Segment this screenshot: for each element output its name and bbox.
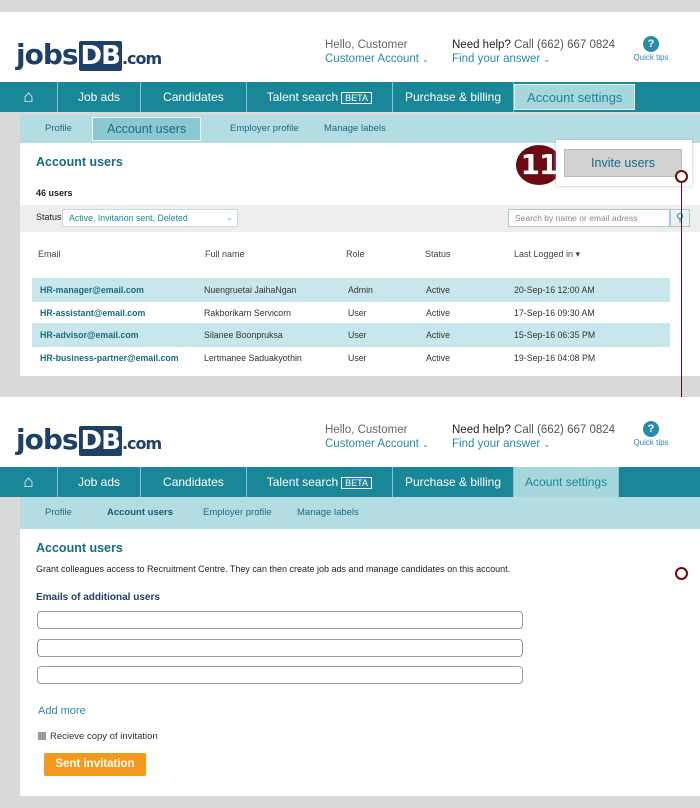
header-bottom: jobs DB .com Hello, Customer Customer Acco… <box>0 397 700 467</box>
sub-nav: Profile Account users Employer profile M… <box>20 497 700 529</box>
subnav-manage-labels[interactable]: Manage labels <box>297 497 359 529</box>
emails-label: Emails of additional users <box>36 592 160 603</box>
subnav-account-users[interactable]: Account users <box>107 497 173 529</box>
col-role: Role <box>346 249 365 259</box>
subnav-manage-labels[interactable]: Manage labels <box>324 115 386 143</box>
help-block: Need help? Call (662) 667 0824 Find your… <box>452 423 615 452</box>
subnav-account-users[interactable]: Account users <box>92 117 202 141</box>
col-email: Email <box>38 249 61 259</box>
col-fullname: Full name <box>205 249 245 259</box>
nav-account-settings[interactable]: Account settings <box>514 84 636 110</box>
nav-job-ads[interactable]: Job ads <box>58 467 142 497</box>
table-row[interactable]: HR-assistant@email.com Rakborikarn Servi… <box>32 301 670 325</box>
invite-highlight: Invite users <box>556 140 692 186</box>
chevron-down-icon: ⌄ <box>543 440 551 449</box>
email-field-2[interactable] <box>37 639 523 657</box>
help-phone: Call (662) 667 0824 <box>514 424 616 436</box>
email-field-3[interactable] <box>37 666 523 684</box>
jobsdb-logo[interactable]: jobs DB .com <box>16 423 162 456</box>
greeting: Hello, Customer <box>325 39 408 51</box>
greeting-block: Hello, Customer Customer Account ⌄ <box>325 38 429 67</box>
filter-bar: Status Active, Invitarion sent, Deleted ⌄… <box>20 205 700 232</box>
col-status: Status <box>425 249 451 259</box>
nav-talent-search[interactable]: Talent search BETA <box>247 467 393 497</box>
header-top: jobs DB .com Hello, Customer Customer Acco… <box>0 12 700 82</box>
nav-account-settings[interactable]: Acount settings <box>514 467 620 497</box>
nav-job-ads[interactable]: Job ads <box>58 82 142 112</box>
nav-purchase-billing[interactable]: Purchase & billing <box>393 467 515 497</box>
status-label: Status <box>36 212 62 222</box>
help-block: Need help? Call (662) 667 0824 Find your… <box>452 38 615 67</box>
quick-tips-button[interactable]: ? Quick tips <box>630 421 672 447</box>
help-label: Need help? <box>452 39 511 51</box>
subnav-profile[interactable]: Profile <box>45 115 72 143</box>
question-icon: ? <box>643 36 659 52</box>
chevron-down-icon: ⌄ <box>422 440 429 449</box>
search-icon[interactable]: ⚲ <box>670 209 690 227</box>
nav-candidates[interactable]: Candidates <box>141 467 247 497</box>
table-row[interactable]: HR-manager@email.com Nuengruetai JaihaNg… <box>32 278 670 302</box>
main-nav: ⌂ Job ads Candidates Talent search BETA P… <box>0 82 700 112</box>
subnav-employer-profile[interactable]: Employer profile <box>203 497 272 529</box>
home-icon: ⌂ <box>23 472 34 491</box>
find-answer-link[interactable]: Find your answer ⌄ <box>452 52 615 67</box>
main-nav: ⌂ Job ads Candidates Talent search BETA P… <box>0 467 700 497</box>
question-icon: ? <box>643 421 659 437</box>
copy-checkbox-label: Recieve copy of invitation <box>50 731 158 742</box>
help-label: Need help? <box>452 424 511 436</box>
copy-checkbox[interactable] <box>38 732 46 740</box>
status-dropdown[interactable]: Active, Invitarion sent, Deleted ⌄ <box>62 209 238 227</box>
greeting-block: Hello, Customer Customer Account ⌄ <box>325 423 429 452</box>
col-last-logged[interactable]: Last Logged in ▾ <box>514 249 580 260</box>
add-more-link[interactable]: Add more <box>38 705 86 717</box>
find-answer-link[interactable]: Find your answer ⌄ <box>452 437 615 452</box>
connector-dot-bottom <box>675 567 688 580</box>
send-invitation-button[interactable]: Sent invitation <box>44 753 146 776</box>
email-field-1[interactable] <box>37 611 523 629</box>
customer-account-link[interactable]: Customer Account ⌄ <box>325 437 429 452</box>
nav-talent-search[interactable]: Talent search BETA <box>247 82 393 112</box>
connector-dot-top <box>675 170 688 183</box>
nav-candidates[interactable]: Candidates <box>141 82 247 112</box>
search-input[interactable]: Search by name or email adress <box>508 209 670 227</box>
nav-home[interactable]: ⌂ <box>0 82 58 112</box>
sub-nav: Profile Account users Employer profile M… <box>20 115 700 143</box>
beta-badge: BETA <box>341 92 372 104</box>
table-row[interactable]: HR-advisor@email.com Silanee Boonpruksa … <box>32 323 670 347</box>
help-phone: Call (662) 667 0824 <box>514 39 616 51</box>
invite-title: Account users <box>36 541 123 555</box>
chevron-down-icon: ⌄ <box>226 213 233 222</box>
greeting: Hello, Customer <box>325 424 408 436</box>
subnav-profile[interactable]: Profile <box>45 497 72 529</box>
beta-badge: BETA <box>341 477 372 489</box>
chevron-down-icon: ⌄ <box>422 55 429 64</box>
quick-tips-button[interactable]: ? Quick tips <box>630 36 672 62</box>
user-count: 46 users <box>36 188 73 198</box>
jobsdb-logo[interactable]: jobs DB .com <box>16 38 162 71</box>
users-title: Account users <box>36 155 123 169</box>
table-row[interactable]: HR-business-partner@email.com Lertmanee … <box>32 346 670 370</box>
nav-purchase-billing[interactable]: Purchase & billing <box>393 82 515 112</box>
invite-users-button[interactable]: Invite users <box>564 149 682 177</box>
invite-description: Grant colleagues access to Recruitment C… <box>36 564 511 574</box>
nav-home[interactable]: ⌂ <box>0 467 58 497</box>
chevron-down-icon: ⌄ <box>543 55 551 64</box>
home-icon: ⌂ <box>23 87 34 106</box>
customer-account-link[interactable]: Customer Account ⌄ <box>325 52 429 67</box>
subnav-employer-profile[interactable]: Employer profile <box>230 115 299 143</box>
